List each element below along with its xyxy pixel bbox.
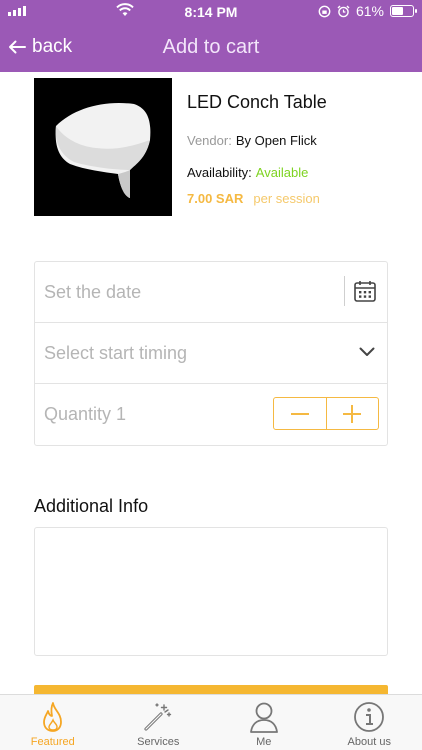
tab-about-us[interactable]: About us (317, 695, 422, 750)
page-title: Add to cart (162, 36, 260, 58)
timing-placeholder: Select start timing (44, 343, 188, 363)
status-bar: 8:14 PM 61% (0, 0, 422, 24)
product-name: LED Conch Table (187, 92, 327, 112)
availability-line: Availability: Available (187, 165, 308, 180)
vendor-label: Vendor: (187, 133, 232, 148)
increment-button[interactable] (325, 398, 379, 429)
price-line: 7.00 SAR per session (187, 191, 320, 206)
quantity-label: Quantity 1 (44, 404, 127, 424)
date-placeholder: Set the date (44, 282, 142, 302)
tab-bar: Featured Services Me About us (0, 694, 422, 750)
decrement-button[interactable] (274, 398, 326, 429)
chevron-down-icon (359, 347, 375, 356)
top-bar: 8:14 PM 61% back Add to cart (0, 0, 422, 72)
tab-services-label: Services (137, 736, 180, 748)
battery-percent: 61% (355, 3, 384, 19)
nav-bar: back Add to cart (0, 24, 422, 72)
tab-featured[interactable]: Featured (0, 695, 106, 750)
tab-me-label: Me (256, 736, 272, 748)
conch-table-picture (55, 102, 151, 198)
availability-label: Availability: (187, 165, 252, 180)
price-value: 7.00 SAR (187, 191, 244, 206)
vendor-value: By Open Flick (235, 133, 317, 148)
tab-featured-label: Featured (30, 736, 75, 748)
booking-form: Set the date Select start timing Quantit… (34, 261, 388, 446)
tab-about-us-label: About us (347, 736, 391, 748)
vendor-line: Vendor: By Open Flick (187, 133, 317, 148)
tab-me[interactable]: Me (211, 695, 317, 750)
minus-icon (290, 412, 309, 415)
date-divider (344, 276, 345, 306)
user-icon (249, 702, 278, 733)
calendar-icon[interactable] (353, 279, 377, 303)
alarm-icon (337, 5, 350, 17)
tab-services[interactable]: Services (106, 695, 212, 750)
battery-icon (390, 5, 417, 17)
info-icon (354, 702, 385, 732)
date-field[interactable]: Set the date (35, 262, 387, 323)
price-unit: per session (253, 191, 320, 206)
rotation-lock-icon (318, 5, 331, 17)
magic-wand-icon (144, 703, 172, 731)
flame-icon (42, 702, 62, 732)
plus-icon (343, 404, 362, 423)
quantity-row: Quantity 1 (35, 384, 387, 445)
start-timing-select[interactable]: Select start timing (35, 323, 387, 384)
status-right: 61% (318, 3, 417, 19)
availability-value: Available (255, 165, 309, 180)
quantity-stepper[interactable] (273, 397, 379, 430)
product-image (34, 78, 172, 216)
additional-info-label: Additional Info (34, 496, 149, 516)
additional-info-input[interactable] (34, 527, 388, 656)
